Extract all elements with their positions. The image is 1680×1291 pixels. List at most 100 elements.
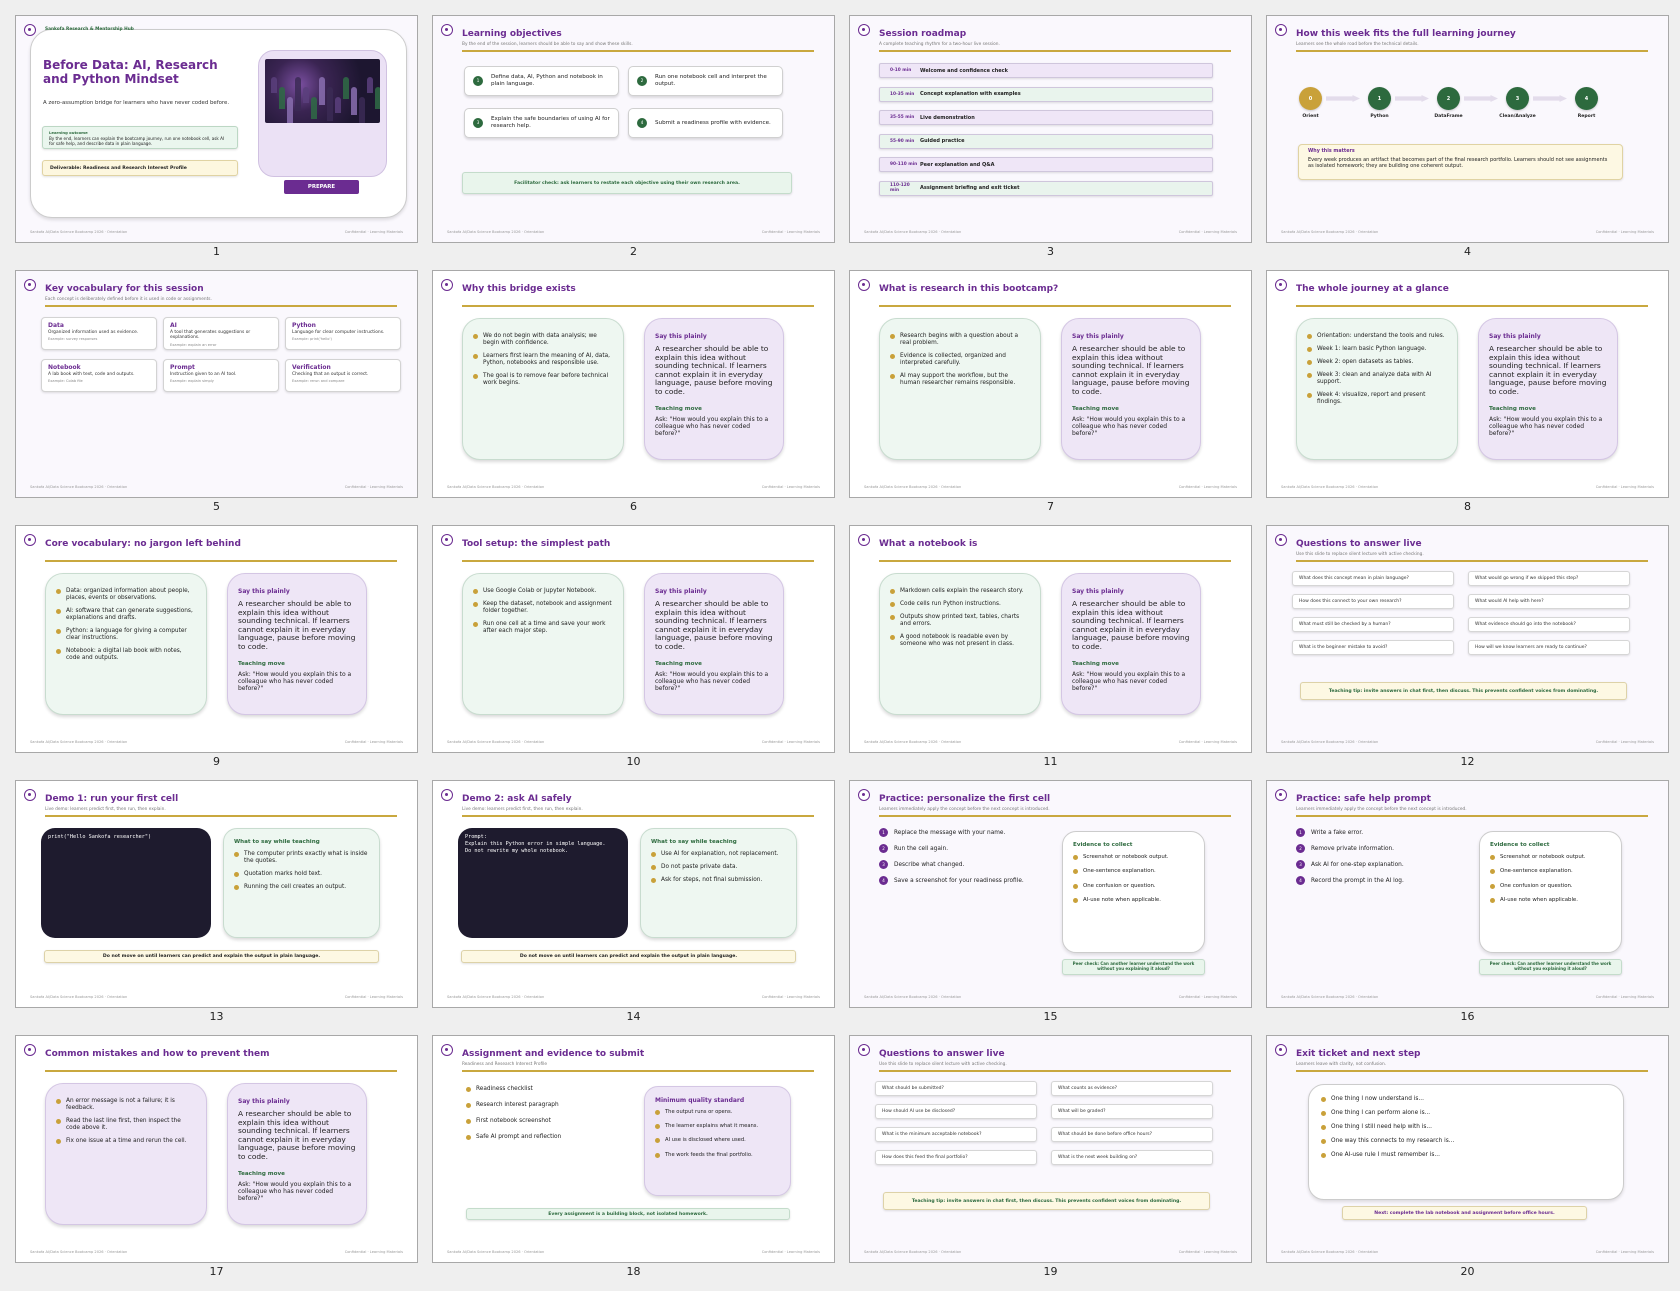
bullet-dot-icon — [234, 871, 239, 877]
roadmap-row: 0-10 min Welcome and confidence check — [879, 63, 1213, 78]
bullet-dot-icon — [890, 601, 895, 607]
say-this-plainly-panel: Say this plainly A researcher should be a… — [1061, 318, 1201, 460]
arrow-right-icon — [1326, 95, 1360, 102]
footer-right: Confidential · Learning Materials — [761, 1250, 820, 1254]
step-number: 2 — [879, 844, 888, 853]
slide-thumbnail[interactable]: Practice: safe help prompt Learners immed… — [1266, 780, 1669, 1025]
bullet-text: Learners first learn the meaning of AI, … — [483, 352, 611, 366]
slide-canvas: Core vocabulary: no jargon left behind Da… — [15, 525, 418, 753]
roadmap-label: Welcome and confidence check — [920, 67, 1008, 74]
teaching-notes-title: What to say while teaching — [651, 839, 737, 845]
slide-thumbnail[interactable]: Practice: personalize the first cell Lear… — [849, 780, 1252, 1025]
slide-thumbnail[interactable]: Demo 2: ask AI safely Live demo: learners… — [432, 780, 835, 1025]
bullet-item: One thing I still need help with is... — [1321, 1124, 1611, 1131]
slide-thumbnail[interactable]: Demo 1: run your first cell Live demo: le… — [15, 780, 418, 1025]
slide-thumbnail[interactable]: Core vocabulary: no jargon left behind Da… — [15, 525, 418, 770]
title-underline — [462, 1070, 814, 1072]
bullet-dot-icon — [655, 1138, 660, 1144]
footer-right: Confidential · Learning Materials — [1595, 230, 1654, 234]
title-underline — [879, 1070, 1231, 1072]
bullet-item: Running the cell creates an output. — [234, 884, 369, 891]
roadmap-row: 55-90 min Guided practice — [879, 133, 1213, 149]
bullet-text: Research begins with a question about a … — [900, 333, 1019, 346]
demo-rule-note: Do not move on until learners can predic… — [44, 950, 379, 963]
assignment-text: Safe AI prompt and reflection — [476, 1133, 562, 1140]
slide-thumbnail[interactable]: Questions to answer live Use this slide t… — [1266, 525, 1669, 770]
slide-subtitle: Each concept is deliberately defined bef… — [45, 297, 212, 302]
title-underline — [45, 560, 397, 562]
teaching-tip: Teaching tip: invite answers in chat fir… — [883, 1192, 1210, 1210]
bullet-text: Week 2: open datasets as tables. — [1317, 358, 1414, 365]
bullet-dot-icon — [466, 1102, 471, 1108]
title-underline — [45, 1070, 397, 1072]
journey-step-circle: 2 — [1437, 87, 1460, 110]
question-box: What evidence should go into the noteboo… — [1468, 617, 1630, 632]
question-box: What would go wrong if we skipped this s… — [1468, 571, 1630, 586]
bullet-item: Research begins with a question about a … — [890, 333, 1030, 347]
slide-thumbnail[interactable]: Why this bridge exists We do not begin wi… — [432, 270, 835, 515]
slide-thumbnail[interactable]: Key vocabulary for this session Each conc… — [15, 270, 418, 515]
slide-thumbnail[interactable]: What a notebook is Markdown cells explain… — [849, 525, 1252, 770]
image-figure — [311, 97, 317, 119]
bullet-item: AI may support the workflow, but the hum… — [890, 373, 1030, 387]
question-box: How will we know learners are ready to c… — [1468, 640, 1630, 655]
slide-thumbnail[interactable]: What is research in this bootcamp? Resear… — [849, 270, 1252, 515]
slide-thumbnail[interactable]: How this week fits the full learning jou… — [1266, 15, 1669, 260]
bullet-dot-icon — [1307, 334, 1312, 339]
slide-thumbnail[interactable]: Common mistakes and how to prevent them A… — [15, 1035, 418, 1280]
slide-thumbnail[interactable]: Questions to answer live Use this slide t… — [849, 1035, 1252, 1280]
why-title: Why this matters — [1308, 149, 1355, 154]
slide-thumbnail[interactable]: Assignment and evidence to submit Readine… — [432, 1035, 835, 1280]
evidence-item: One confusion or question. — [1490, 883, 1611, 889]
teaching-notes-title: What to say while teaching — [234, 839, 320, 845]
slide-thumbnail[interactable]: The whole journey at a glance Orientation… — [1266, 270, 1669, 515]
bullet-dot-icon — [234, 884, 239, 890]
slide-canvas: The whole journey at a glance Orientation… — [1266, 270, 1669, 498]
bullet-text: Use Google Colab or Jupyter Notebook. — [483, 588, 597, 594]
slide-title: Exit ticket and next step — [1296, 1049, 1421, 1059]
bullet-text: Week 1: learn basic Python language. — [1317, 345, 1427, 352]
objective-text: Explain the safe boundaries of using AI … — [491, 116, 610, 129]
slide-thumbnail[interactable]: Exit ticket and next step Learners leave … — [1266, 1035, 1669, 1280]
footer-right: Confidential · Learning Materials — [1178, 230, 1237, 234]
journey-step-label: Python — [1370, 114, 1389, 119]
roadmap-time: 0-10 min — [890, 68, 912, 73]
question-box: What will be graded? — [1051, 1104, 1213, 1119]
bullet-dot-icon — [473, 373, 478, 379]
step-text: Save a screenshot for your readiness pro… — [894, 877, 1024, 884]
bullet-text: Fix one issue at a time and rerun the ce… — [66, 1137, 187, 1144]
prepare-button[interactable]: PREPARE — [284, 180, 359, 194]
slide-thumbnail[interactable]: Session roadmap A complete teaching rhyth… — [849, 15, 1252, 260]
slide-thumbnail[interactable]: Learning objectives By the end of the ses… — [432, 15, 835, 260]
concept-panel: Research begins with a question about a … — [879, 318, 1041, 460]
bullet-text: Ask for steps, not final submission. — [661, 876, 763, 883]
slide-title: Key vocabulary for this session — [45, 284, 204, 294]
slide-number: 16 — [1460, 1010, 1475, 1023]
slide-thumbnail[interactable]: Sankofa Research & Mentorship Hub Before … — [15, 15, 418, 260]
slide-title: What a notebook is — [879, 539, 978, 549]
footer-left: Sankofa AI/Data Science Bootcamp 2026 · … — [1281, 995, 1379, 999]
objective-card: 3 Explain the safe boundaries of using AI… — [464, 108, 619, 138]
teaching-move-text: Ask: "How would you explain this to a co… — [1072, 416, 1186, 438]
footer-right: Confidential · Learning Materials — [1178, 740, 1237, 744]
footer-left: Sankofa AI/Data Science Bootcamp 2026 · … — [864, 740, 962, 744]
footer-right: Confidential · Learning Materials — [1595, 485, 1654, 489]
concept-panel: Markdown cells explain the research stor… — [879, 573, 1041, 715]
slide-thumbnail[interactable]: Tool setup: the simplest path Use Google … — [432, 525, 835, 770]
say-title: Say this plainly — [1489, 333, 1541, 340]
slide-canvas: Why this bridge exists We do not begin wi… — [432, 270, 835, 498]
step-number: 3 — [1296, 860, 1305, 869]
slide-subtitle: Use this slide to replace silent lecture… — [879, 1062, 1007, 1067]
title-underline — [1296, 1070, 1648, 1072]
standard-item: The output runs or opens. — [655, 1109, 780, 1115]
hub-logo-icon — [858, 24, 870, 36]
bullet-dot-icon — [473, 353, 478, 359]
bullet-text: Markdown cells explain the research stor… — [900, 588, 1024, 594]
image-figure — [375, 87, 380, 109]
vocab-example: Example: survey responses — [48, 337, 98, 342]
slide-canvas: Sankofa Research & Mentorship Hub Before … — [15, 15, 418, 243]
roadmap-label: Live demonstration — [920, 114, 975, 121]
bullet-text: The goal is to remove fear before techni… — [483, 372, 609, 386]
vocab-term: Python — [292, 322, 316, 329]
bullet-text: One thing I now understand is... — [1331, 1096, 1424, 1102]
